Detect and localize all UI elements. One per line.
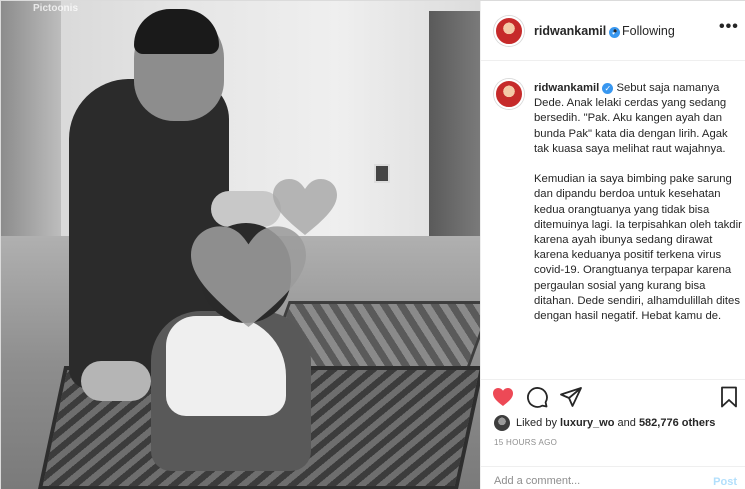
instagram-post: Pictoonis ridwankamil ✓ • Following ••• r… xyxy=(0,0,745,489)
liker-username[interactable]: luxury_wo xyxy=(560,417,614,429)
caption-area: ridwankamil ✓ Sebut saja namanya Dede. An… xyxy=(481,61,745,379)
caption-verified-badge-icon: ✓ xyxy=(602,83,614,94)
likes-prefix: Liked by xyxy=(516,417,557,429)
caption-paragraph-2: Kemudian ia saya bimbing pake sarung dan… xyxy=(534,173,742,323)
liker-avatar[interactable] xyxy=(494,415,510,431)
action-bar xyxy=(481,379,745,413)
photo-socket xyxy=(374,164,390,183)
bookmark-icon[interactable] xyxy=(717,385,741,409)
photo-door xyxy=(429,11,480,243)
header-separator: • xyxy=(613,24,618,38)
post-photo[interactable]: Pictoonis xyxy=(1,1,480,489)
photo-credit: Pictoonis xyxy=(33,3,79,14)
comment-input[interactable] xyxy=(494,475,694,487)
post-side-panel: ridwankamil ✓ • Following ••• ridwankamil… xyxy=(480,1,745,489)
caption-avatar[interactable] xyxy=(494,79,524,109)
caption-text: ridwankamil ✓ Sebut saja namanya Dede. An… xyxy=(534,81,742,324)
likes-count[interactable]: 582,776 others xyxy=(639,417,715,429)
caption-username[interactable]: ridwankamil xyxy=(534,82,599,94)
header-username[interactable]: ridwankamil ✓ xyxy=(534,24,621,38)
comment-bar: Post xyxy=(481,466,745,489)
heart-sticker-large-icon xyxy=(191,226,306,328)
post-timestamp[interactable]: 15 HOURS AGO xyxy=(494,438,557,447)
comment-icon[interactable] xyxy=(525,385,549,409)
following-button[interactable]: Following xyxy=(622,24,675,38)
avatar[interactable] xyxy=(494,16,524,46)
likes-summary: Liked by luxury_wo and 582,776 others xyxy=(494,413,715,433)
praying-hands xyxy=(211,191,281,227)
likes-conjunction: and xyxy=(617,417,636,429)
share-icon[interactable] xyxy=(559,385,583,409)
post-comment-button[interactable]: Post xyxy=(713,476,737,488)
heart-icon[interactable] xyxy=(491,385,515,409)
man-feet xyxy=(81,361,151,401)
post-header: ridwankamil ✓ • Following ••• xyxy=(481,1,745,61)
more-options-icon[interactable]: ••• xyxy=(719,18,739,36)
